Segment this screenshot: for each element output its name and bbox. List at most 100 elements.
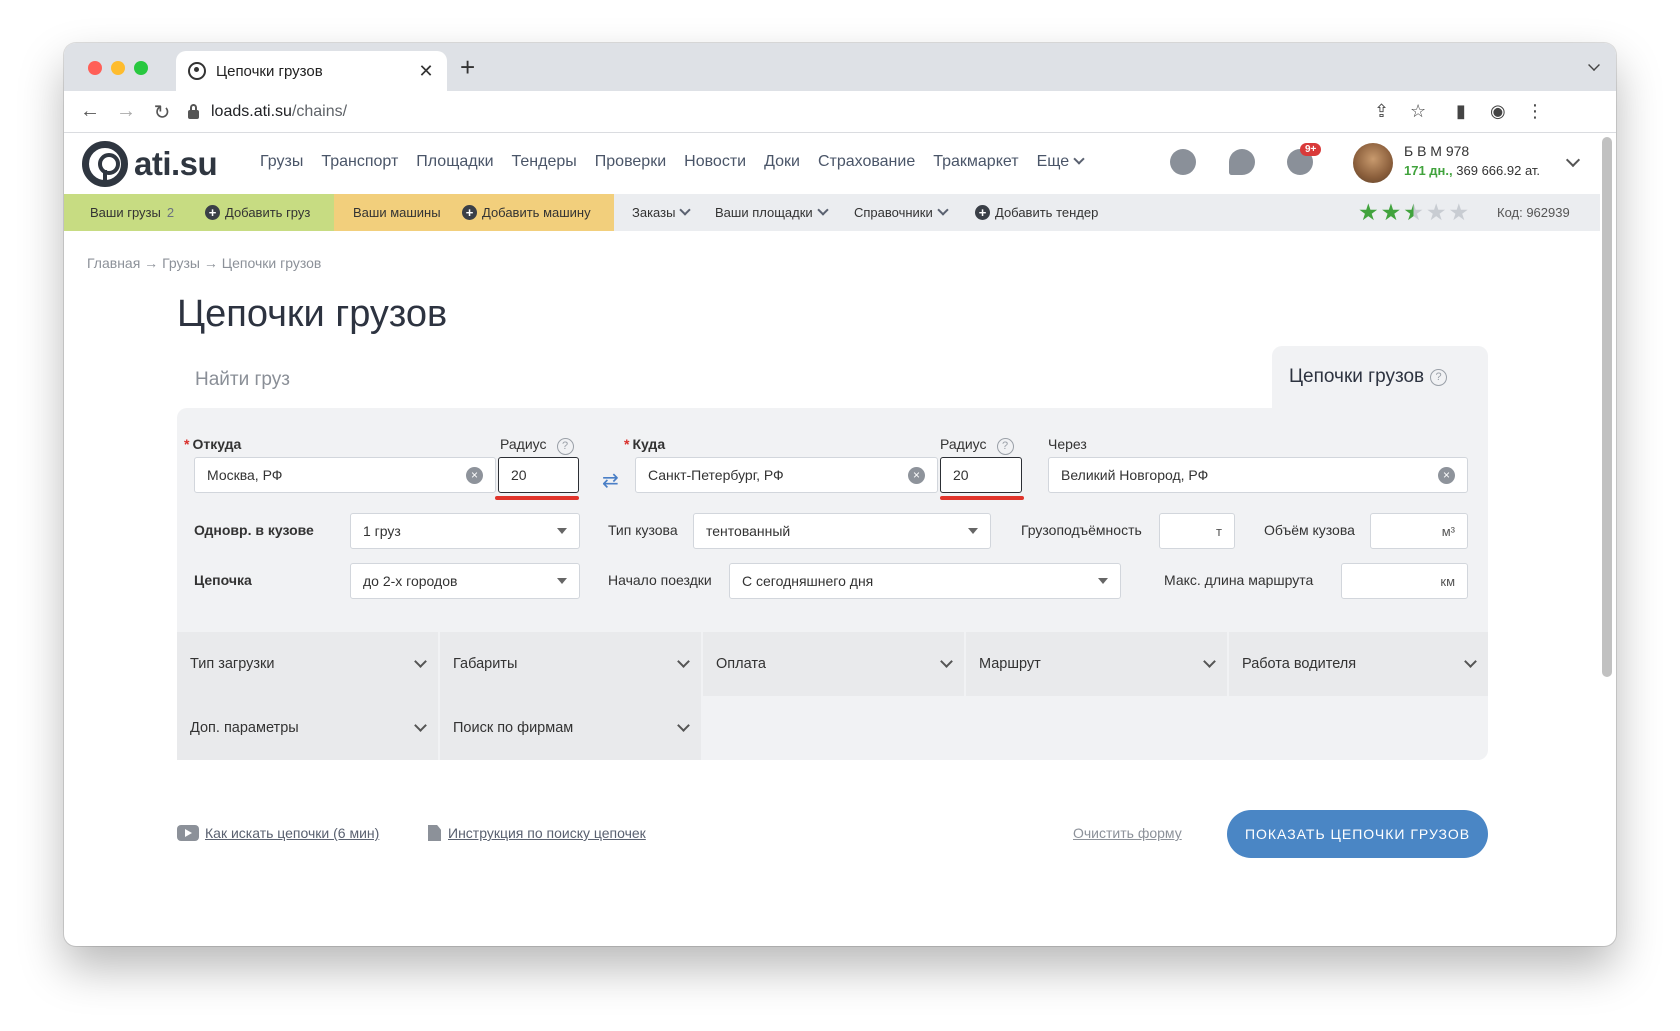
user-menu-chevron-icon[interactable] bbox=[1565, 152, 1581, 168]
trip-start-value: С сегодняшнего дня bbox=[742, 573, 874, 589]
user-name[interactable]: Б В М 978 bbox=[1404, 143, 1469, 159]
nav-item-checks[interactable]: Проверки bbox=[595, 153, 666, 171]
volume-input[interactable]: м³ bbox=[1370, 513, 1468, 549]
your-platforms-menu[interactable]: Ваши площадки bbox=[715, 203, 829, 220]
nav-item-transport[interactable]: Транспорт bbox=[321, 153, 398, 171]
extension-icon[interactable]: ◉ bbox=[1490, 101, 1506, 122]
required-mark: * bbox=[184, 436, 190, 452]
from-radius-label-text: Радиус bbox=[500, 436, 547, 452]
nav-item-loads[interactable]: Грузы bbox=[260, 153, 303, 171]
nav-item-insurance[interactable]: Страхование bbox=[818, 153, 915, 171]
address-bar[interactable]: loads.ati.su/chains/ bbox=[188, 95, 1500, 129]
share-icon[interactable]: ⇪ bbox=[1374, 101, 1389, 122]
browser-menu-icon[interactable]: ⋮ bbox=[1526, 101, 1544, 122]
browser-tab-active[interactable]: Цепочки грузов ✕ bbox=[176, 51, 447, 91]
required-mark: * bbox=[624, 436, 630, 452]
trip-start-select[interactable]: С сегодняшнего дня bbox=[729, 563, 1121, 599]
nav-item-tenders[interactable]: Тендеры bbox=[512, 153, 577, 171]
star-empty-icon: ★ bbox=[1448, 199, 1470, 225]
swap-arrows-icon[interactable]: ⇄ bbox=[602, 468, 619, 493]
maximize-window-button[interactable] bbox=[134, 61, 148, 75]
add-tender-button[interactable]: + Добавить тендер bbox=[975, 205, 1098, 220]
filter-company-search[interactable]: Поиск по фирмам bbox=[440, 696, 701, 760]
from-radius-value: 20 bbox=[511, 467, 527, 483]
close-window-button[interactable] bbox=[88, 61, 102, 75]
star-half-icon: ★ bbox=[1403, 199, 1424, 225]
avatar[interactable] bbox=[1353, 143, 1393, 183]
back-arrow-icon[interactable]: ← bbox=[78, 100, 102, 123]
tab-search-chevron-icon[interactable] bbox=[1588, 59, 1600, 71]
site-header: ati.su Грузы Транспорт Площадки Тендеры … bbox=[64, 133, 1600, 194]
form-footer: Как искать цепочки (6 мин) Инструкция по… bbox=[177, 810, 1488, 858]
rating-stars[interactable]: ★ ★ ★ ★ ★ bbox=[1358, 201, 1469, 224]
filter-empty-space bbox=[703, 696, 1488, 760]
filter-loading-type[interactable]: Тип загрузки bbox=[177, 632, 438, 696]
new-tab-button[interactable]: + bbox=[460, 54, 475, 80]
bookmark-star-icon[interactable]: ☆ bbox=[1410, 101, 1426, 122]
add-truck-button[interactable]: + Добавить машину bbox=[462, 205, 591, 220]
orders-menu[interactable]: Заказы bbox=[632, 203, 692, 220]
tab-find-load[interactable]: Найти груз bbox=[195, 369, 290, 391]
loads-count: 2 bbox=[166, 205, 175, 220]
to-radius-input[interactable]: 20 bbox=[940, 457, 1022, 493]
nav-item-truckmarket[interactable]: Тракмаркет bbox=[933, 153, 1018, 171]
filter-driver-work[interactable]: Работа водителя bbox=[1229, 632, 1488, 696]
filter-payment[interactable]: Оплата bbox=[703, 632, 964, 696]
clear-form-link[interactable]: Очистить форму bbox=[1073, 825, 1182, 841]
show-chains-button[interactable]: ПОКАЗАТЬ ЦЕПОЧКИ ГРУЗОВ bbox=[1227, 810, 1488, 858]
chevron-down-icon bbox=[1073, 153, 1085, 165]
chevron-down-icon bbox=[679, 203, 692, 216]
video-help-link[interactable]: Как искать цепочки (6 мин) bbox=[177, 825, 379, 841]
via-city-input[interactable]: Великий Новгород, РФ × bbox=[1048, 457, 1468, 493]
nav-item-docs[interactable]: Доки bbox=[764, 153, 800, 171]
logo-text: ati.su bbox=[134, 145, 218, 182]
from-radius-input[interactable]: 20 bbox=[498, 457, 579, 493]
help-icon[interactable]: ? bbox=[556, 437, 574, 455]
search-form-panel: * Откуда Радиус? * Куда Радиус? Через Моск… bbox=[177, 408, 1488, 760]
your-loads-link[interactable]: Ваши грузы 2 bbox=[90, 205, 174, 220]
help-icon[interactable]: ? bbox=[1430, 368, 1448, 386]
directories-menu[interactable]: Справочники bbox=[854, 203, 949, 220]
url-host: loads.ati.su bbox=[211, 103, 292, 120]
from-city-value: Москва, РФ bbox=[207, 467, 283, 483]
capacity-input[interactable]: т bbox=[1159, 513, 1235, 549]
nav-item-news[interactable]: Новости bbox=[684, 153, 746, 171]
your-trucks-link[interactable]: Ваши машины bbox=[353, 205, 441, 220]
volume-label: Объём кузова bbox=[1264, 522, 1355, 538]
help-icon[interactable]: ? bbox=[996, 437, 1014, 455]
minimize-window-button[interactable] bbox=[111, 61, 125, 75]
clear-icon[interactable]: × bbox=[1438, 466, 1455, 484]
filter-extra-params[interactable]: Доп. параметры bbox=[177, 696, 438, 760]
forward-arrow-icon[interactable]: → bbox=[114, 100, 138, 123]
nav-item-more[interactable]: Еще bbox=[1037, 153, 1085, 171]
star-icon: ★ bbox=[1380, 199, 1402, 225]
to-city-value: Санкт-Петербург, РФ bbox=[648, 467, 784, 483]
profile-search-icon[interactable] bbox=[1170, 149, 1196, 175]
clear-icon[interactable]: × bbox=[466, 466, 483, 484]
body-type-select[interactable]: тентованный bbox=[693, 513, 991, 549]
filter-route[interactable]: Маршрут bbox=[966, 632, 1227, 696]
browser-window: Цепочки грузов ✕ + ← → ↻ loads.ati.su/ch… bbox=[64, 43, 1616, 946]
simultaneous-select[interactable]: 1 груз bbox=[350, 513, 580, 549]
to-city-input[interactable]: Санкт-Петербург, РФ × bbox=[635, 457, 938, 493]
to-label: * Куда bbox=[624, 436, 665, 452]
breadcrumb[interactable]: Главная → Грузы → Цепочки грузов bbox=[87, 255, 321, 271]
from-city-input[interactable]: Москва, РФ × bbox=[194, 457, 496, 493]
add-tender-label: Добавить тендер bbox=[995, 205, 1099, 220]
nav-item-platforms[interactable]: Площадки bbox=[416, 153, 493, 171]
site-logo[interactable]: ati.su bbox=[82, 141, 218, 187]
messages-icon[interactable] bbox=[1229, 149, 1255, 175]
reload-icon[interactable]: ↻ bbox=[150, 100, 174, 125]
tab-load-chains[interactable]: Цепочки грузов ? bbox=[1272, 346, 1488, 408]
sidebar-toggle-icon[interactable]: ▮ bbox=[1456, 101, 1466, 122]
body-type-label: Тип кузова bbox=[608, 522, 678, 538]
close-tab-icon[interactable]: ✕ bbox=[417, 61, 435, 82]
page-scrollbar[interactable] bbox=[1602, 137, 1612, 677]
max-route-input[interactable]: км bbox=[1341, 563, 1468, 599]
chain-select[interactable]: до 2-х городов bbox=[350, 563, 580, 599]
add-load-button[interactable]: + Добавить груз bbox=[205, 205, 310, 220]
filter-dimensions[interactable]: Габариты bbox=[440, 632, 701, 696]
clear-icon[interactable]: × bbox=[908, 466, 925, 484]
url-path: /chains/ bbox=[291, 103, 348, 120]
instructions-link[interactable]: Инструкция по поиску цепочек bbox=[428, 825, 646, 841]
